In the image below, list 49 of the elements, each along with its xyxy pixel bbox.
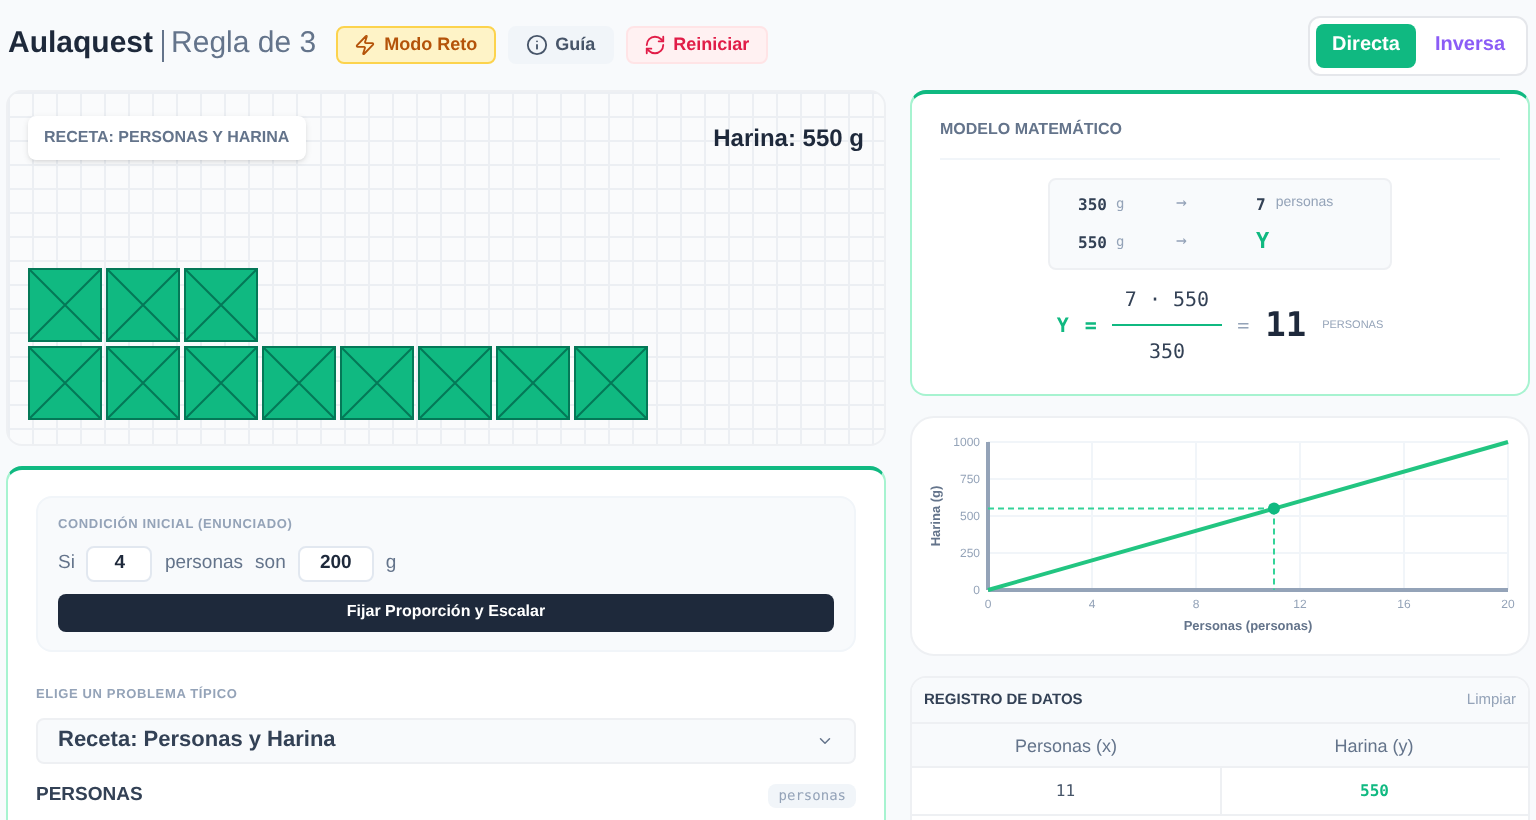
denominator: 350 [1148,340,1186,368]
scenario-tag: RECETA: PERSONAS Y HARINA [28,116,306,160]
refresh-icon [643,34,666,56]
crate-icon [574,346,648,420]
unit-label: g [385,549,397,578]
challenge-button[interactable]: Modo Reto [336,26,496,64]
brand-name: Aulaquest [8,24,154,65]
crate-icon [106,346,180,420]
crate-icon [340,346,414,420]
proportion-value: 550 [1078,231,1106,255]
crate-icon [184,268,258,342]
crate-icon [262,346,336,420]
result-value: 11 [1265,303,1307,350]
guide-button[interactable]: Guía [507,26,614,64]
column-header: Harina (y) [1332,734,1416,760]
mode-tab[interactable]: Inversa [1420,23,1520,67]
number-input[interactable]: 200 [297,545,374,582]
crate-icon [496,346,570,420]
lightning-icon [354,34,377,56]
condition-word: son [255,549,286,578]
page-subtitle: Regla de 3 [171,24,317,65]
proportion-value: 350 [1078,193,1106,217]
scale-button[interactable]: Fijar Proporción y Escalar [58,593,834,632]
crate-icon [106,268,180,342]
arrow-icon: → [1176,191,1256,219]
condition-word: Si [58,549,75,578]
crate-icon [184,346,258,420]
quantity-reading: Harina: 550 g [713,122,864,156]
unknown-variable: Y [1056,314,1069,342]
equals-sign: = [1237,314,1250,342]
numerator: 7 · 550 [1112,286,1222,326]
chevron-down-icon [816,732,834,750]
info-icon [525,34,548,56]
table-cell-text: 550 [1358,780,1391,804]
crate-icon [418,346,492,420]
number-input[interactable]: 4 [86,545,153,582]
problem-select[interactable]: Receta: Personas y Harina [36,718,856,764]
column-header: Personas (x) [1012,734,1120,760]
crate-icon [28,346,102,420]
card-title: MODELO MATEMÁTICO [940,118,1500,160]
proportion-value: 7 [1256,193,1266,217]
reset-button[interactable]: Reiniciar [625,26,768,64]
equals-sign: = [1084,314,1097,342]
variable-title: PERSONAS [36,782,143,810]
arrow-icon: → [1176,229,1256,257]
proportion-value: Y [1256,226,1270,259]
crate-icon [28,268,102,342]
unit-label: personas [164,549,244,578]
table-cell: 11 [912,768,1221,814]
